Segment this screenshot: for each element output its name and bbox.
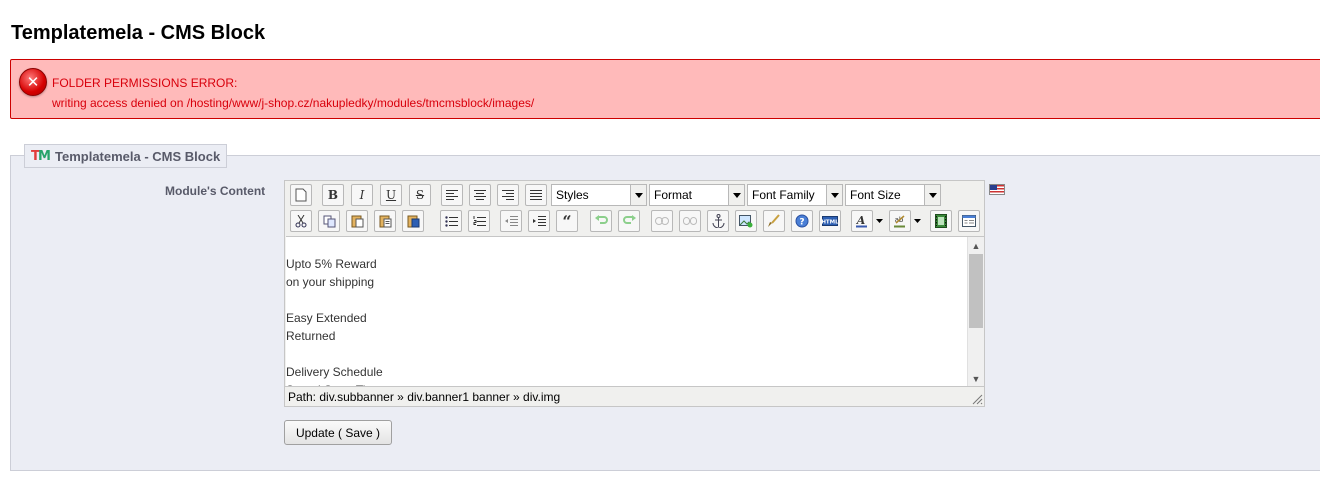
editor-content-line (286, 345, 383, 363)
text-color-dropdown[interactable] (873, 210, 885, 232)
editor-path-text: Path: div.subbanner » div.banner1 banner… (288, 390, 561, 404)
paste-icon[interactable] (346, 210, 368, 232)
editor-content-line: Returned (286, 329, 336, 343)
font-size-dropdown-label: Font Size (850, 188, 901, 202)
align-right-icon[interactable] (497, 184, 519, 206)
insert-image-icon[interactable] (735, 210, 757, 232)
format-dropdown-label: Format (654, 188, 693, 202)
templatemela-logo-icon: TM (31, 148, 51, 164)
error-message: writing access denied on /hosting/www/j-… (52, 96, 535, 110)
chevron-down-icon (728, 185, 744, 205)
chevron-down-icon (826, 185, 842, 205)
paste-text-icon[interactable] (374, 210, 396, 232)
editor-scrollbar[interactable]: ▲ ▼ (967, 237, 984, 386)
paste-from-word-icon[interactable] (402, 210, 424, 232)
rich-text-editor: B I U S Styles Format Font Family Font S… (284, 180, 985, 407)
new-document-icon[interactable] (290, 184, 312, 206)
format-dropdown[interactable]: Format (649, 184, 745, 206)
editor-content-line: on your shipping (286, 275, 375, 289)
styles-dropdown[interactable]: Styles (551, 184, 647, 206)
background-color-icon[interactable]: ab (889, 210, 911, 232)
styles-dropdown-label: Styles (556, 188, 589, 202)
update-save-button[interactable]: Update ( Save ) (284, 420, 392, 445)
page-title: Templatemela - CMS Block (11, 22, 266, 44)
editor-content-text: Upto 5% Reward on your shipping Easy Exten… (286, 255, 383, 386)
align-left-icon[interactable] (441, 184, 463, 206)
scroll-up-icon[interactable]: ▲ (968, 237, 984, 254)
chevron-down-icon (924, 185, 940, 205)
font-family-dropdown-label: Font Family (752, 188, 815, 202)
font-size-dropdown[interactable]: Font Size (845, 184, 941, 206)
cut-icon[interactable] (290, 210, 312, 232)
background-color-dropdown[interactable] (911, 210, 923, 232)
anchor-icon[interactable] (707, 210, 729, 232)
scrollbar-thumb[interactable] (969, 254, 983, 328)
template-icon[interactable] (958, 210, 980, 232)
numbered-list-icon[interactable] (468, 210, 490, 232)
insert-media-icon[interactable] (930, 210, 952, 232)
blockquote-icon[interactable]: “ (556, 210, 578, 232)
editor-toolbar-row-1: B I U S Styles Format Font Family Font S… (285, 182, 984, 208)
strikethrough-icon[interactable]: S (409, 184, 431, 206)
svg-text:?: ? (799, 218, 804, 228)
editor-content-area[interactable]: Upto 5% Reward on your shipping Easy Exten… (286, 236, 984, 386)
indent-icon[interactable] (528, 210, 550, 232)
panel-legend: TM Templatemela - CMS Block (24, 144, 228, 168)
cleanup-brush-icon[interactable] (763, 210, 785, 232)
editor-content-line: Upto 5% Reward (286, 257, 377, 271)
panel-legend-text: Templatemela - CMS Block (55, 148, 221, 164)
redo-icon[interactable] (618, 210, 640, 232)
underline-icon[interactable]: U (380, 184, 402, 206)
error-alert: ✕ FOLDER PERMISSIONS ERROR: writing acce… (10, 59, 1320, 119)
font-family-dropdown[interactable]: Font Family (747, 184, 843, 206)
help-icon[interactable]: ? (791, 210, 813, 232)
unlink-icon[interactable] (679, 210, 701, 232)
link-icon[interactable] (651, 210, 673, 232)
align-justify-icon[interactable] (525, 184, 547, 206)
bold-icon[interactable]: B (322, 184, 344, 206)
svg-text:HTML: HTML (822, 220, 838, 226)
editor-content-line (286, 291, 383, 309)
editor-content-line: Delivery Schedule (286, 365, 383, 379)
editor-path-statusbar: Path: div.subbanner » div.banner1 banner… (285, 386, 984, 406)
align-center-icon[interactable] (469, 184, 491, 206)
module-content-label: Module's Content (165, 184, 266, 198)
bullet-list-icon[interactable] (440, 210, 462, 232)
scroll-down-icon[interactable]: ▼ (968, 370, 984, 386)
editor-toolbar-row-2: “ ? HTML A (285, 208, 984, 234)
copy-icon[interactable] (318, 210, 340, 232)
us-flag-icon[interactable] (989, 184, 1005, 195)
outdent-icon[interactable] (500, 210, 522, 232)
html-source-icon[interactable]: HTML (819, 210, 841, 232)
error-x-icon: ✕ (19, 68, 47, 96)
resize-grip-icon[interactable] (972, 394, 983, 405)
chevron-down-icon (630, 185, 646, 205)
undo-icon[interactable] (590, 210, 612, 232)
text-color-icon[interactable]: A (851, 210, 873, 232)
editor-content-line: Easy Extended (286, 311, 367, 325)
italic-icon[interactable]: I (351, 184, 373, 206)
svg-text:A: A (856, 214, 866, 227)
error-title: FOLDER PERMISSIONS ERROR: (52, 76, 238, 90)
